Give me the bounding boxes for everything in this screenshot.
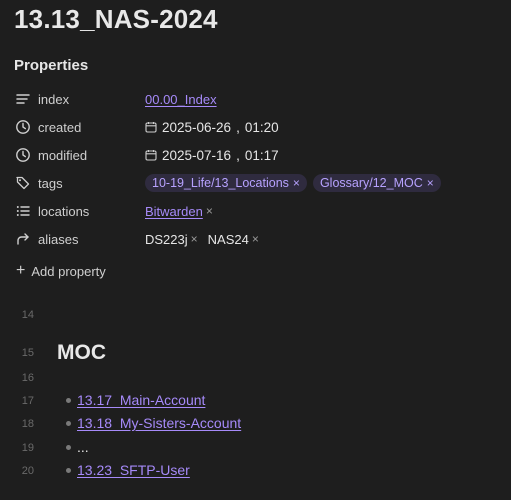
property-row-aliases: aliases DS223j × NAS24 × (14, 226, 504, 252)
clock-icon (14, 146, 32, 164)
line-number: 18 (21, 418, 34, 430)
property-name-modified[interactable]: modified (38, 148, 145, 163)
property-row-tags: tags 10-19_Life/13_Locations × Glossary/… (14, 170, 504, 196)
property-row-created: created 2025-06-26, 01:20 (14, 114, 504, 140)
date-separator: , (236, 147, 240, 163)
list-item: 13.23_SFTP-User (66, 462, 190, 478)
alias-item: DS223j × (145, 232, 198, 247)
note-link[interactable]: 13.17_Main-Account (77, 392, 205, 408)
modified-date-field[interactable]: 2025-07-16, 01:17 (145, 148, 279, 163)
property-name-tags[interactable]: tags (38, 176, 145, 191)
list-item: ... (66, 439, 89, 455)
note-title[interactable]: 13.13_NAS-2024 (14, 4, 218, 35)
note-link[interactable]: 13.18_My-Sisters-Account (77, 415, 241, 431)
alias-item: NAS24 × (208, 232, 259, 247)
plus-icon: + (16, 262, 26, 279)
tag-label: Glossary/12_MOC (319, 176, 423, 190)
tags-icon (14, 174, 32, 192)
created-time: 01:20 (244, 119, 279, 135)
bullet (66, 467, 71, 473)
ellipsis-text[interactable]: ... (77, 439, 89, 455)
bullet (66, 420, 71, 426)
modified-time: 01:17 (244, 147, 279, 163)
calendar-icon (145, 150, 157, 161)
text-lines-icon (14, 90, 32, 108)
bullet (66, 444, 71, 450)
moc-heading[interactable]: MOC (57, 341, 106, 365)
date-separator: , (236, 119, 240, 135)
line-number: 14 (21, 309, 34, 321)
list-icon (14, 202, 32, 220)
line-number: 15 (21, 347, 34, 359)
modified-date: 2025-07-16 (162, 147, 232, 163)
property-name-aliases[interactable]: aliases (38, 232, 145, 247)
line-number: 20 (21, 465, 34, 477)
list-item: 13.17_Main-Account (66, 392, 205, 408)
created-date-field[interactable]: 2025-06-26, 01:20 (145, 120, 279, 135)
tag-pill[interactable]: 10-19_Life/13_Locations × (145, 174, 307, 192)
property-name-index[interactable]: index (38, 92, 145, 107)
properties-heading[interactable]: Properties (14, 57, 88, 74)
add-property-label: Add property (31, 263, 106, 279)
tag-label: 10-19_Life/13_Locations (152, 176, 289, 190)
calendar-icon (145, 122, 157, 133)
remove-tag-icon[interactable]: × (293, 176, 300, 190)
property-row-locations: locations Bitwarden × (14, 198, 504, 224)
note-view: 13.13_NAS-2024 Properties index 00.00_In… (0, 0, 511, 500)
line-number: 16 (21, 372, 34, 384)
index-link[interactable]: 00.00_Index (145, 92, 217, 107)
forward-arrow-icon (14, 230, 32, 248)
line-number: 19 (21, 442, 34, 454)
location-link[interactable]: Bitwarden (145, 204, 203, 219)
remove-location-icon[interactable]: × (206, 204, 213, 218)
property-row-modified: modified 2025-07-16, 01:17 (14, 142, 504, 168)
clock-icon (14, 118, 32, 136)
property-row-index: index 00.00_Index (14, 86, 504, 112)
tag-pill[interactable]: Glossary/12_MOC × (312, 174, 441, 192)
line-number: 17 (21, 395, 34, 407)
note-link[interactable]: 13.23_SFTP-User (77, 462, 190, 478)
remove-alias-icon[interactable]: × (191, 232, 198, 246)
alias-label[interactable]: DS223j (145, 232, 188, 247)
property-name-locations[interactable]: locations (38, 204, 145, 219)
alias-label[interactable]: NAS24 (208, 232, 249, 247)
remove-alias-icon[interactable]: × (252, 232, 259, 246)
bullet (66, 397, 71, 403)
location-item: Bitwarden × (145, 204, 213, 219)
list-item: 13.18_My-Sisters-Account (66, 415, 241, 431)
created-date: 2025-06-26 (162, 119, 232, 135)
property-name-created[interactable]: created (38, 120, 145, 135)
add-property-button[interactable]: + Add property (16, 263, 106, 279)
remove-tag-icon[interactable]: × (427, 176, 434, 190)
